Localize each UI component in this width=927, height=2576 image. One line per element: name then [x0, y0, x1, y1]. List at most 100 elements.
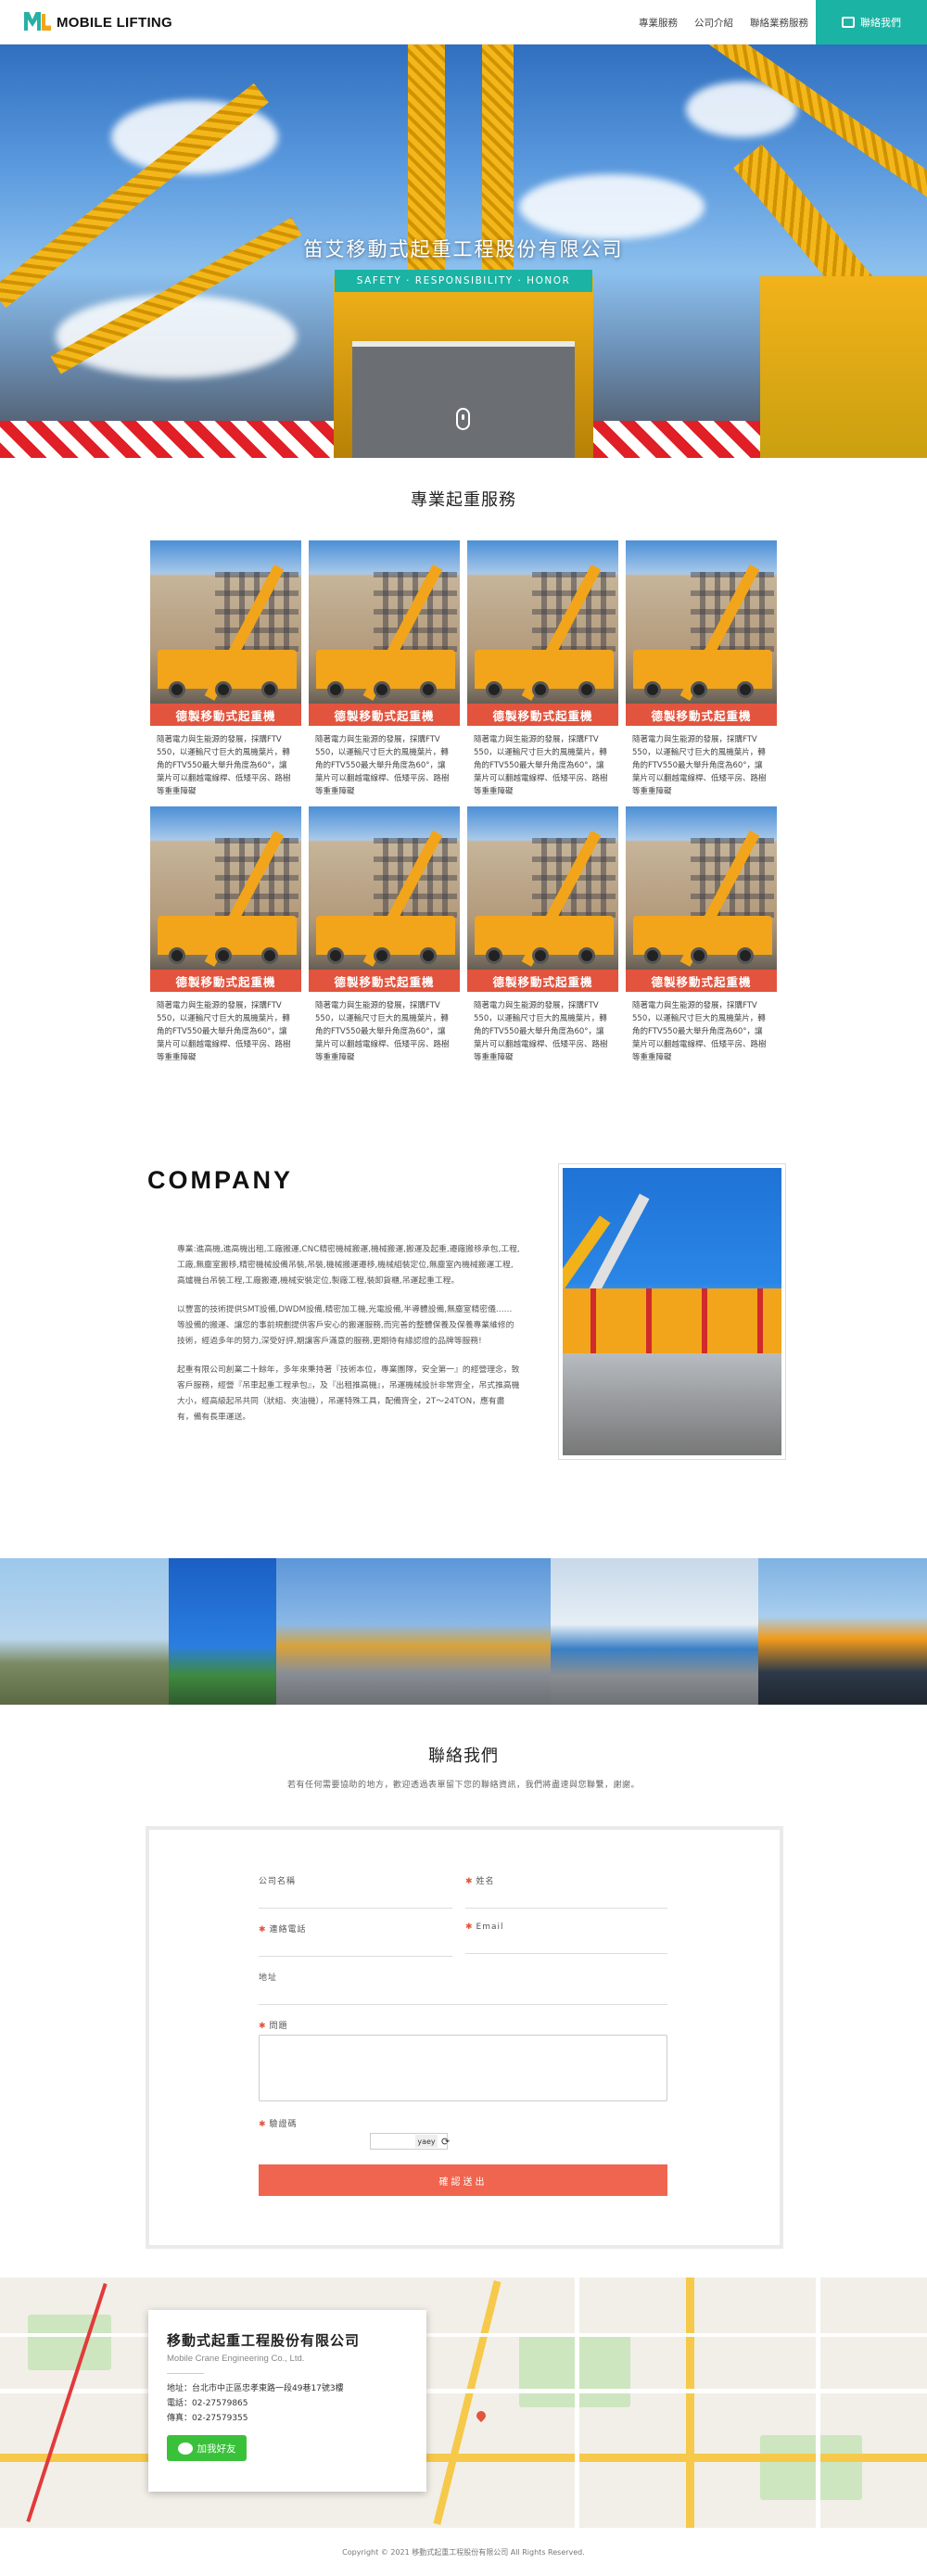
company-fax: 傳真：02-27579355: [167, 2414, 248, 2423]
service-card-label: 德製移動式起重機: [150, 704, 301, 726]
service-card-desc: 隨著電力與生能源的發展，採購FTV 550，以運輸尺寸巨大的風機葉片，轉角的FT…: [474, 1001, 608, 1062]
company-photo: [559, 1164, 785, 1459]
name-input[interactable]: [465, 1890, 667, 1909]
line-add-friend-button[interactable]: 加我好友: [167, 2435, 247, 2461]
service-card[interactable]: 德製移動式起重機 隨著電力與生能源的發展，採購FTV 550，以運輸尺寸巨大的風…: [150, 806, 301, 1072]
map-park: [760, 2435, 862, 2500]
phone-input[interactable]: [259, 1938, 452, 1957]
services-title: 專業起重服務: [411, 490, 516, 510]
required-icon: ✱: [465, 1922, 474, 1932]
contact-title: 聯絡我們: [428, 1746, 499, 1766]
email-field[interactable]: ✱ Email: [465, 1922, 667, 1954]
name-label: 姓名: [476, 1877, 495, 1886]
photo-strip: [0, 1558, 927, 1705]
company-paragraph: 以豐富的技術提供SMT設備,DWDM設備,精密加工機,光電設備,半導體設備,無塵…: [177, 1305, 514, 1346]
hero-warning-stripes: [593, 421, 760, 458]
captcha-field: ✱ 驗證碼: [259, 2117, 667, 2150]
service-card[interactable]: 德製移動式起重機 隨著電力與生能源的發展，採購FTV 550，以運輸尺寸巨大的風…: [626, 540, 777, 806]
map-pin-icon[interactable]: [474, 2408, 489, 2423]
message-icon: [842, 17, 855, 28]
service-card-image: 德製移動式起重機: [309, 806, 460, 992]
nav-link-services[interactable]: 專業服務: [639, 16, 678, 30]
service-card[interactable]: 德製移動式起重機 隨著電力與生能源的發展，採購FTV 550，以運輸尺寸巨大的風…: [309, 540, 460, 806]
company-paragraph: 專業:進高機,進高機出租,工廠搬運,CNC精密機械搬運,機械搬運,搬運及起重,遷…: [177, 1245, 520, 1286]
service-card-image: 德製移動式起重機: [150, 540, 301, 726]
address-input[interactable]: [259, 1986, 667, 2005]
map-street: [0, 2389, 927, 2393]
service-card[interactable]: 德製移動式起重機 隨著電力與生能源的發展，採購FTV 550，以運輸尺寸巨大的風…: [626, 806, 777, 1072]
phone-field[interactable]: ✱ 連絡電話: [259, 1922, 452, 1957]
service-card[interactable]: 德製移動式起重機 隨著電力與生能源的發展，採購FTV 550，以運輸尺寸巨大的風…: [309, 806, 460, 1072]
service-card-desc: 隨著電力與生能源的發展，採購FTV 550，以運輸尺寸巨大的風機葉片，轉角的FT…: [632, 1001, 767, 1062]
service-card-desc: 隨著電力與生能源的發展，採購FTV 550，以運輸尺寸巨大的風機葉片，轉角的FT…: [474, 735, 608, 796]
map-road: [0, 2454, 927, 2462]
company-paragraph: 起重有限公司創業二十餘年，多年來秉持著『技術本位，專業團隊，安全第一』的經營理念…: [177, 1365, 520, 1422]
location-map[interactable]: 移動式起重工程股份有限公司 Mobile Crane Engineering C…: [0, 2278, 927, 2528]
divider: [167, 2373, 204, 2374]
company-label: 公司名稱: [259, 1877, 297, 1886]
captcha-label: 驗證碼: [269, 2120, 298, 2129]
map-street: [575, 2278, 579, 2528]
company-text: 專業:進高機,進高機出租,工廠搬運,CNC精密機械搬運,機械搬運,搬運及起重,遷…: [177, 1242, 520, 1439]
hero-title: 笛艾移動式起重工程股份有限公司: [303, 238, 624, 260]
map-road: [686, 2278, 694, 2528]
required-icon: ✱: [259, 2120, 267, 2129]
hero-cloud: [519, 174, 705, 239]
strip-photo-harbor-cranes: [276, 1558, 551, 1705]
service-card-image: 德製移動式起重機: [626, 806, 777, 992]
map-street: [816, 2278, 820, 2528]
service-card-image: 德製移動式起重機: [309, 540, 460, 726]
service-card-label: 德製移動式起重機: [626, 704, 777, 726]
hero-subtitle: SAFETY · RESPONSIBILITY · HONOR: [335, 270, 592, 292]
name-field[interactable]: ✱ 姓名: [465, 1874, 667, 1909]
question-field[interactable]: ✱ 問題: [259, 2019, 667, 2101]
phone-label: 連絡電話: [269, 1925, 307, 1935]
required-icon: ✱: [465, 1877, 474, 1886]
contact-us-button[interactable]: 聯絡我們: [816, 0, 927, 44]
nav-link-contact-sales[interactable]: 聯絡業務服務: [750, 16, 808, 30]
company-input[interactable]: [259, 1890, 452, 1909]
submit-button[interactable]: 確認送出: [259, 2164, 667, 2196]
scroll-down-icon[interactable]: [456, 408, 470, 430]
map-road: [433, 2280, 502, 2525]
service-card-label: 德製移動式起重機: [150, 970, 301, 992]
address-label: 地址: [259, 1973, 278, 1983]
strip-photo-crawler-crane: [0, 1558, 169, 1705]
services-grid: 德製移動式起重機 隨著電力與生能源的發展，採購FTV 550，以運輸尺寸巨大的風…: [150, 540, 777, 1072]
refresh-icon[interactable]: ⟳: [441, 2136, 450, 2148]
contact-subtitle: 若有任何需要協助的地方，歡迎透過表單留下您的聯絡資訊，我們將盡速與您聯繫，謝謝。: [286, 1781, 640, 1790]
address-field[interactable]: 地址: [259, 1971, 667, 2005]
company-field[interactable]: 公司名稱: [259, 1874, 452, 1909]
nav-links: 專業服務 公司介紹 聯絡業務服務: [639, 0, 808, 44]
logo-mark-icon: [24, 12, 52, 32]
nav-link-about[interactable]: 公司介紹: [694, 16, 733, 30]
hero-crane-body-right: [760, 276, 927, 458]
hero-banner: 笛艾移動式起重工程股份有限公司 SAFETY · RESPONSIBILITY …: [0, 44, 927, 458]
email-input[interactable]: [465, 1935, 667, 1954]
service-card-image: 德製移動式起重機: [626, 540, 777, 726]
company-address: 地址：台北市中正區忠孝東路一段49巷17號3樓: [167, 2384, 344, 2393]
service-card-label: 德製移動式起重機: [309, 970, 460, 992]
map-park: [28, 2315, 111, 2370]
service-card-desc: 隨著電力與生能源的發展，採購FTV 550，以運輸尺寸巨大的風機葉片，轉角的FT…: [315, 735, 450, 796]
service-card-label: 德製移動式起重機: [626, 970, 777, 992]
service-card-image: 德製移動式起重機: [467, 540, 618, 726]
contact-us-label: 聯絡我們: [860, 17, 901, 29]
line-add-friend-label: 加我好友: [197, 2443, 236, 2455]
service-card-label: 德製移動式起重機: [467, 704, 618, 726]
service-card-desc: 隨著電力與生能源的發展，採購FTV 550，以運輸尺寸巨大的風機葉片，轉角的FT…: [315, 1001, 450, 1062]
company-heading: COMPANY: [147, 1166, 294, 1194]
question-textarea[interactable]: [259, 2035, 667, 2101]
service-card-desc: 隨著電力與生能源的發展，採購FTV 550，以運輸尺寸巨大的風機葉片，轉角的FT…: [157, 1001, 291, 1062]
logo[interactable]: MOBILE LIFTING: [24, 12, 172, 32]
service-card-label: 德製移動式起重機: [309, 704, 460, 726]
service-card-image: 德製移動式起重機: [467, 806, 618, 992]
service-card[interactable]: 德製移動式起重機 隨著電力與生能源的發展，採購FTV 550，以運輸尺寸巨大的風…: [467, 540, 618, 806]
company-name-cn: 移動式起重工程股份有限公司: [167, 2332, 361, 2349]
service-card[interactable]: 德製移動式起重機 隨著電力與生能源的發展，採購FTV 550，以運輸尺寸巨大的風…: [150, 540, 301, 806]
email-label: Email: [476, 1922, 504, 1932]
hero-warning-stripes: [0, 421, 334, 458]
hero-crane-body: [334, 276, 593, 458]
service-card[interactable]: 德製移動式起重機 隨著電力與生能源的發展，採購FTV 550，以運輸尺寸巨大的風…: [467, 806, 618, 1072]
required-icon: ✱: [259, 2022, 267, 2031]
